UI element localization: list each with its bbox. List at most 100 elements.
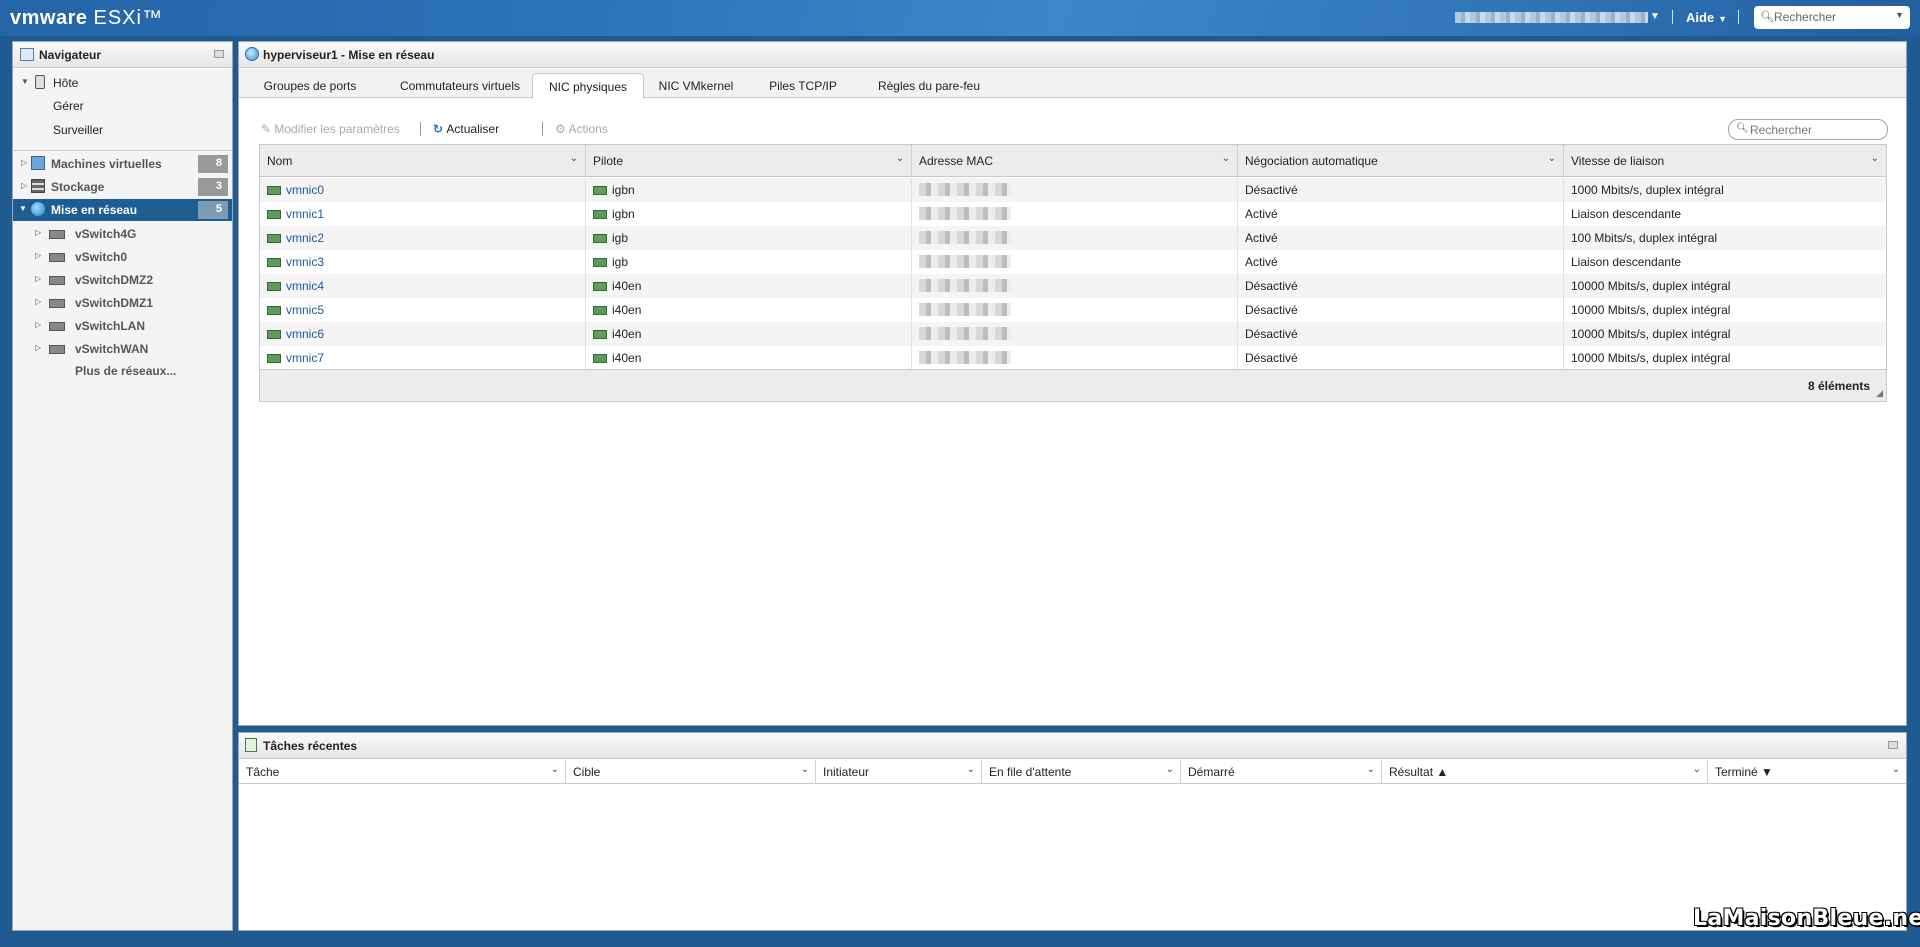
table-row[interactable]: vmnic0 igbn Désactivé 1000 Mbits/s, dupl… bbox=[260, 178, 1886, 202]
column-header-queued[interactable]: En file d'attente ⌄ bbox=[982, 760, 1181, 784]
nav-item-more-networks[interactable]: Plus de réseaux... bbox=[13, 360, 232, 382]
nic-icon bbox=[267, 210, 281, 219]
nav-item-monitor[interactable]: Surveiller bbox=[13, 119, 232, 141]
column-menu-chevron-icon[interactable]: ⌄ bbox=[1892, 764, 1900, 775]
nav-item-storage[interactable]: ▷ Stockage 3 bbox=[13, 176, 232, 198]
mac-cell bbox=[912, 322, 1238, 346]
driver-cell: igbn bbox=[586, 202, 912, 226]
nic-name-cell[interactable]: vmnic4 bbox=[260, 274, 586, 298]
nic-name-cell[interactable]: vmnic7 bbox=[260, 346, 586, 370]
column-menu-chevron-icon[interactable]: ⌄ bbox=[570, 153, 578, 164]
collapsed-arrow-icon[interactable]: ▷ bbox=[35, 320, 41, 329]
column-menu-chevron-icon[interactable]: ⌄ bbox=[1222, 153, 1230, 164]
table-row[interactable]: vmnic5 i40en Désactivé 10000 Mbits/s, du… bbox=[260, 298, 1886, 322]
nav-item-vswitch[interactable]: ▷ vSwitch0 bbox=[13, 246, 232, 268]
help-menu[interactable]: Aide ▼ bbox=[1686, 10, 1727, 25]
tab-vmkernel-nics[interactable]: NIC VMkernel bbox=[649, 73, 743, 98]
column-menu-chevron-icon[interactable]: ⌄ bbox=[896, 153, 904, 164]
column-header-started[interactable]: Démarré ⌄ bbox=[1181, 760, 1382, 784]
vswitch-icon bbox=[49, 230, 65, 239]
nic-icon bbox=[267, 330, 281, 339]
column-menu-chevron-icon[interactable]: ⌄ bbox=[1693, 764, 1701, 775]
nav-item-vswitch[interactable]: ▷ vSwitchDMZ1 bbox=[13, 292, 232, 314]
nic-name-cell[interactable]: vmnic1 bbox=[260, 202, 586, 226]
nic-name-cell[interactable]: vmnic2 bbox=[260, 226, 586, 250]
nav-item-host[interactable]: ▼ Hôte bbox=[13, 72, 232, 94]
column-label: Terminé ▼ bbox=[1715, 765, 1773, 779]
column-header-task[interactable]: Tâche ⌄ bbox=[239, 760, 566, 784]
nic-name: vmnic1 bbox=[286, 207, 325, 221]
column-header-completed[interactable]: Terminé ▼ ⌄ bbox=[1708, 760, 1906, 784]
tab-tcpip-stacks[interactable]: Piles TCP/IP bbox=[757, 73, 849, 98]
nic-name-cell[interactable]: vmnic0 bbox=[260, 178, 586, 202]
actions-button[interactable]: ⚙ Actions bbox=[555, 122, 608, 136]
resize-grip-icon[interactable]: ◢ bbox=[1876, 388, 1883, 399]
vswitch-label: vSwitch0 bbox=[75, 250, 128, 264]
column-header-link-speed[interactable]: Vitesse de liaison ⌄ bbox=[1564, 145, 1886, 177]
driver-icon bbox=[593, 234, 607, 243]
table-row[interactable]: vmnic4 i40en Désactivé 10000 Mbits/s, du… bbox=[260, 274, 1886, 298]
table-search-input[interactable]: 🔍︎ Rechercher bbox=[1728, 119, 1888, 140]
nav-item-networking[interactable]: ▼ Mise en réseau 5 bbox=[13, 199, 232, 221]
column-menu-chevron-icon[interactable]: ⌄ bbox=[967, 764, 975, 775]
nav-item-vswitch[interactable]: ▷ vSwitchWAN bbox=[13, 338, 232, 360]
collapsed-arrow-icon[interactable]: ▷ bbox=[35, 274, 41, 283]
driver-value: igbn bbox=[612, 183, 635, 197]
column-header-name[interactable]: Nom ⌄ bbox=[260, 145, 586, 177]
column-menu-chevron-icon[interactable]: ⌄ bbox=[1871, 153, 1879, 164]
column-header-target[interactable]: Cible ⌄ bbox=[566, 760, 816, 784]
collapsed-arrow-icon[interactable]: ▷ bbox=[21, 181, 27, 190]
table-row[interactable]: vmnic7 i40en Désactivé 10000 Mbits/s, du… bbox=[260, 346, 1886, 370]
column-label: Pilote bbox=[593, 154, 624, 168]
nav-item-vswitch[interactable]: ▷ vSwitchLAN bbox=[13, 315, 232, 337]
panel-header: hyperviseur1 - Mise en réseau bbox=[239, 42, 1906, 68]
collapsed-arrow-icon[interactable]: ▷ bbox=[35, 228, 41, 237]
nic-name-cell[interactable]: vmnic6 bbox=[260, 322, 586, 346]
column-header-auto-negotiation[interactable]: Négociation automatique ⌄ bbox=[1238, 145, 1564, 177]
column-menu-chevron-icon[interactable]: ⌄ bbox=[1166, 764, 1174, 775]
nav-item-manage[interactable]: Gérer bbox=[13, 95, 232, 117]
minimize-icon[interactable] bbox=[1888, 741, 1898, 749]
user-chevron-down-icon[interactable]: ▼ bbox=[1650, 11, 1660, 22]
navigator-panel: Navigateur ▼ Hôte Gérer Surveiller ▷ Mac… bbox=[12, 41, 233, 931]
column-header-result[interactable]: Résultat ▲ ⌄ bbox=[1382, 760, 1708, 784]
tab-bar: Groupes de ports Commutateurs virtuels N… bbox=[239, 69, 1906, 99]
global-search-input[interactable]: 🔍︎ Rechercher ▼ bbox=[1754, 6, 1910, 29]
expanded-arrow-icon[interactable]: ▼ bbox=[19, 204, 27, 213]
collapsed-arrow-icon[interactable]: ▷ bbox=[21, 158, 27, 167]
table-row[interactable]: vmnic1 igbn Activé Liaison descendante bbox=[260, 202, 1886, 226]
collapsed-arrow-icon[interactable]: ▷ bbox=[35, 297, 41, 306]
watermark: LaMaisonBleue.net bbox=[1693, 906, 1920, 931]
collapsed-arrow-icon[interactable]: ▷ bbox=[35, 251, 41, 260]
column-menu-chevron-icon[interactable]: ⌄ bbox=[1548, 153, 1556, 164]
nav-item-vswitch[interactable]: ▷ vSwitchDMZ2 bbox=[13, 269, 232, 291]
nic-name-cell[interactable]: vmnic5 bbox=[260, 298, 586, 322]
storage-count-badge: 3 bbox=[198, 178, 228, 196]
column-header-initiator[interactable]: Initiateur ⌄ bbox=[816, 760, 982, 784]
nav-item-vswitch[interactable]: ▷ vSwitch4G bbox=[13, 223, 232, 245]
more-networks-label: Plus de réseaux... bbox=[75, 364, 177, 378]
table-row[interactable]: vmnic6 i40en Désactivé 10000 Mbits/s, du… bbox=[260, 322, 1886, 346]
tab-firewall-rules[interactable]: Règles du pare-feu bbox=[861, 73, 997, 98]
item-count: 8 éléments bbox=[1807, 379, 1870, 393]
nav-item-virtual-machines[interactable]: ▷ Machines virtuelles 8 bbox=[13, 153, 232, 175]
tab-virtual-switches[interactable]: Commutateurs virtuels bbox=[379, 73, 541, 98]
table-row[interactable]: vmnic3 igb Activé Liaison descendante bbox=[260, 250, 1886, 274]
edit-settings-button[interactable]: ✎ Modifier les paramètres bbox=[261, 122, 400, 136]
column-header-driver[interactable]: Pilote ⌄ bbox=[586, 145, 912, 177]
table-row[interactable]: vmnic2 igb Activé 100 Mbits/s, duplex in… bbox=[260, 226, 1886, 250]
collapsed-arrow-icon[interactable]: ▷ bbox=[35, 343, 41, 352]
minimize-icon[interactable] bbox=[214, 50, 224, 58]
refresh-button[interactable]: ↻ Actualiser bbox=[433, 122, 499, 136]
expanded-arrow-icon[interactable]: ▼ bbox=[21, 77, 29, 86]
user-menu[interactable] bbox=[1455, 12, 1648, 23]
column-header-mac[interactable]: Adresse MAC ⌄ bbox=[912, 145, 1238, 177]
tab-port-groups[interactable]: Groupes de ports bbox=[247, 73, 373, 98]
nic-name-cell[interactable]: vmnic3 bbox=[260, 250, 586, 274]
column-menu-chevron-icon[interactable]: ⌄ bbox=[1367, 764, 1375, 775]
column-label: Vitesse de liaison bbox=[1571, 154, 1665, 168]
column-menu-chevron-icon[interactable]: ⌄ bbox=[801, 764, 809, 775]
tab-physical-nics[interactable]: NIC physiques bbox=[532, 73, 644, 99]
column-menu-chevron-icon[interactable]: ⌄ bbox=[551, 764, 559, 775]
search-chevron-down-icon[interactable]: ▼ bbox=[1895, 10, 1904, 20]
